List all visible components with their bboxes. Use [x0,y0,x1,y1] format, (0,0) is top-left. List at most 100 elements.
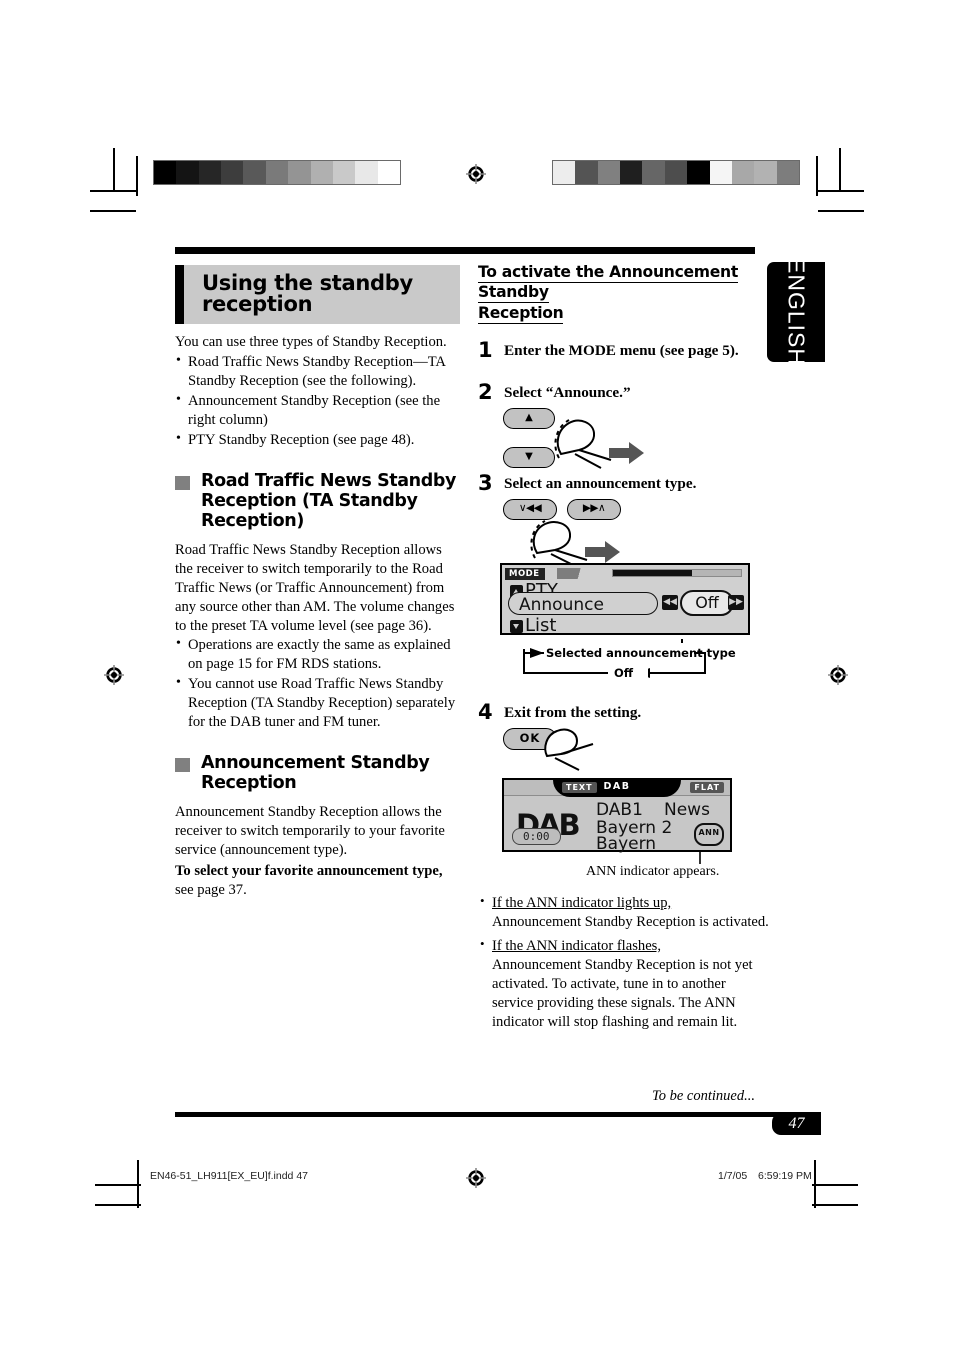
page-number-badge: 47 [772,1113,821,1135]
calibration-swatch [709,161,732,184]
crop-mark-bl-h2 [95,1204,141,1206]
note-body: Announcement Standby Reception is activa… [492,913,769,930]
next-value-button[interactable]: ▶▶ [728,594,744,610]
finger-pointer-icon [539,726,631,779]
crop-mark-br-v [814,1160,816,1208]
calibration-swatch [620,161,643,184]
calibration-swatch [355,161,378,184]
to-be-continued: To be continued... [652,1088,755,1104]
note-lead: If the ANN indicator flashes, [492,937,661,954]
dab-band-label: DAB [603,780,631,792]
step-4: 4 Exit from the setting. [478,699,770,724]
calibration-swatch [332,161,356,184]
crop-mark-br-h [812,1184,858,1186]
step-number: 1 [478,337,493,362]
mode-progress-bar [612,568,742,577]
calibration-swatch [243,161,266,184]
crop-mark-tr-v2 [816,156,818,196]
step-1: 1 Enter the MODE menu (see page 5). [478,337,770,362]
mode-menu-display: MODE PTY Announce ◀◀ Off ▶▶ List [500,562,750,636]
crop-mark-tl-h2 [90,210,136,212]
mode-tab-label: MODE [505,567,545,580]
footer-filename: EN46-51_LH911[EX_EU]f.indd 47 [150,1170,308,1182]
section-heading-ta-standby: Road Traffic News Standby Reception (TA … [175,471,460,532]
dab-display: DAB TEXT FLAT DAB 0:00 DAB1 News Bayern … [502,777,732,852]
list-item: Road Traffic News Standby Reception—TA S… [175,352,460,391]
calibration-swatch [664,161,688,184]
section-heading-announcement-standby: Announcement Standby Reception [175,753,460,794]
step4-key-illustration: OK [503,726,770,779]
list-item: If the ANN indicator flashes, Announcemen… [478,936,770,1032]
step-3: 3 Select an announcement type. [478,470,770,495]
crop-mark-tr-h2 [818,210,864,212]
square-bullet-icon [175,475,190,490]
dab-ensemble: DAB1 [596,799,643,820]
list-item: You cannot use Road Traffic News Standby… [175,674,460,732]
step-2: 2 Select “Announce.” [478,379,770,404]
crop-mark-tr-h [818,190,864,192]
step-number: 2 [478,379,493,404]
calibration-swatch [642,161,665,184]
list-item: Operations are exactly the same as expla… [175,635,460,674]
up-button[interactable]: ▲ [503,407,555,429]
chevron-down-icon [510,619,523,633]
selected-type-off: Off [614,665,634,680]
intro-paragraph: You can use three types of Standby Recep… [175,334,447,350]
favorite-type-note: To select your favorite announcement typ… [175,862,460,900]
calibration-swatch [575,161,598,184]
down-button[interactable]: ▼ [503,446,555,468]
calibration-swatch [176,161,199,184]
step-number: 3 [478,470,493,495]
header-rule [175,247,755,254]
calibration-swatch [221,161,244,184]
language-tab-label: ENGLISH [783,258,810,366]
grayscale-bar-right [552,160,800,185]
step2-key-illustration: ▲ ▼ [503,407,770,470]
language-tab: ENGLISH [767,258,825,366]
ann-indicator-caption: ANN indicator appears. [586,863,720,879]
mode-row-list-label: List [525,614,557,636]
calibration-swatch [776,161,799,184]
intro-bullet-list: Road Traffic News Standby Reception—TA S… [175,352,460,450]
step-number: 4 [478,699,493,724]
footer-date: 1/7/05 [718,1170,748,1182]
calibration-swatch [553,161,576,184]
calibration-swatch [288,161,311,184]
calibration-swatch [265,161,289,184]
mode-row-list[interactable]: List [510,614,557,636]
mode-tab-tail [557,567,597,579]
ta-standby-body: Road Traffic News Standby Reception allo… [175,541,455,634]
step-text: Select “Announce.” [504,383,631,401]
prev-value-button[interactable]: ◀◀ [662,594,678,610]
selected-value[interactable]: Off [680,589,734,616]
step3-key-illustration: ∨◀◀ ▶▶∧ [503,498,770,568]
calibration-swatch [754,161,777,184]
crop-mark-bl-h [95,1184,141,1186]
calibration-swatch [687,161,710,184]
right-column: To activate the Announcement Standby Rec… [478,262,770,1032]
page-title: Using the standby reception [175,265,460,324]
mode-row-announce[interactable]: Announce [508,591,658,615]
registration-mark-top [466,164,486,184]
ann-indicator: ANN [694,822,724,846]
calibration-swatch [154,161,177,184]
section-heading-text: Announcement Standby Reception [201,753,430,794]
step-text: Select an announcement type. [504,474,697,492]
crop-mark-tr-v [839,148,841,192]
square-bullet-icon [175,758,190,773]
crop-mark-tl-v [113,148,115,192]
ann-indicator-callout: ANN indicator appears. [502,851,770,882]
footer-time: 6:59:19 PM [758,1170,812,1182]
dab-pty: News [664,799,710,820]
crop-mark-tl-v2 [136,156,138,196]
calibration-swatch [198,161,222,184]
crop-mark-tl-h [90,190,136,192]
dab-time: 0:00 [512,827,561,845]
ta-standby-bullets: Operations are exactly the same as expla… [175,635,460,732]
procedure-heading: To activate the Announcement Standby Rec… [478,262,770,324]
registration-mark-right [828,665,848,685]
crop-mark-br-h2 [812,1204,858,1206]
calibration-swatch [377,161,400,184]
grayscale-bar-left [153,160,401,185]
calibration-swatch [597,161,621,184]
